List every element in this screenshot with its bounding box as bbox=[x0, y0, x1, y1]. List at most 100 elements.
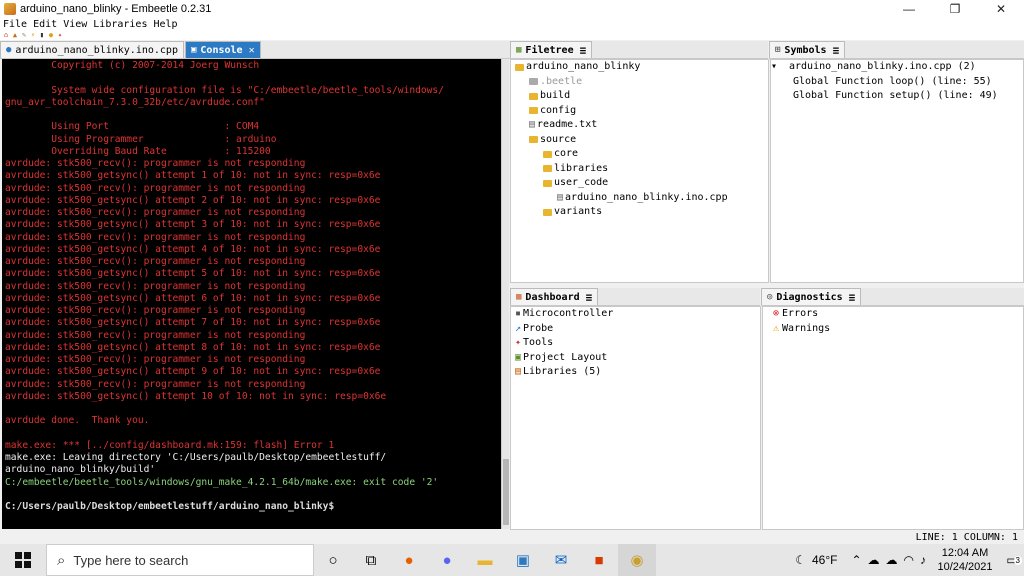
filetree-item[interactable]: ▤ readme.txt bbox=[511, 118, 768, 133]
tab-symbols[interactable]: ⊞ Symbols ≡ bbox=[769, 41, 846, 58]
chevron-up-icon[interactable]: ⌃ bbox=[851, 553, 861, 567]
clock[interactable]: 12:04 AM 10/24/2021 bbox=[930, 546, 1000, 574]
filetree-item[interactable]: user_code bbox=[511, 176, 768, 191]
onedrive-icon[interactable]: ☁ bbox=[886, 553, 898, 567]
build-icon[interactable]: ▲ bbox=[11, 31, 19, 39]
folder-icon bbox=[529, 107, 538, 115]
volume-icon[interactable]: ♪ bbox=[920, 553, 926, 567]
dashboard-item-project-layout[interactable]: ▣ Project Layout bbox=[511, 351, 760, 366]
symbols-tab-bar: ⊞ Symbols ≡ bbox=[769, 41, 1024, 59]
tab-console[interactable]: ▣ Console ✕ bbox=[184, 41, 261, 58]
console-line: avrdude: stk500_getsync() attempt 3 of 1… bbox=[5, 219, 381, 231]
flash-icon[interactable]: ⚡ bbox=[29, 31, 37, 39]
tab-diagnostics[interactable]: ◎ Diagnostics ≡ bbox=[761, 288, 862, 305]
scrollbar-thumb[interactable] bbox=[503, 459, 509, 525]
home-icon[interactable]: ⌂ bbox=[2, 31, 10, 39]
search-box[interactable]: ⌕ Type here to search bbox=[46, 544, 314, 576]
dashboard-item-microcontroller[interactable]: ▪ Microcontroller bbox=[511, 307, 760, 322]
console-line: avrdude done. Thank you. bbox=[5, 415, 150, 427]
hamburger-icon[interactable]: ≡ bbox=[586, 291, 593, 304]
tab-dashboard[interactable]: ▦ Dashboard ≡ bbox=[510, 288, 599, 305]
notification-icon[interactable]: ▭ 3 bbox=[1000, 553, 1024, 567]
libraries-icon: ▤ bbox=[515, 366, 522, 377]
beetle-icon[interactable]: ● bbox=[47, 31, 55, 39]
diagnostics-icon: ◎ bbox=[767, 292, 773, 302]
list-item[interactable]: ▾ arduino_nano_blinky.ino.cpp (2) bbox=[771, 60, 1023, 75]
diagnostics-tab-bar: ◎ Diagnostics ≡ bbox=[761, 288, 1024, 306]
menu-file[interactable]: File bbox=[0, 19, 30, 30]
console-line: C:/Users/paulb/Desktop/embeetlestuff/ard… bbox=[5, 501, 335, 512]
filetree-item-label: user_code bbox=[554, 177, 609, 188]
menu-libraries[interactable]: Libraries bbox=[90, 19, 150, 30]
console-output[interactable]: Copyright (c) 2007-2014 Joerg Wunsch Sys… bbox=[2, 59, 501, 529]
store-icon[interactable]: ▣ bbox=[504, 544, 542, 576]
filetree-item[interactable]: ▤ arduino_nano_blinky.ino.cpp bbox=[511, 191, 768, 206]
dashboard-item-probe[interactable]: ↗ Probe bbox=[511, 322, 760, 337]
symbols-icon: ⊞ bbox=[775, 45, 781, 55]
console-line: Copyright (c) 2007-2014 Joerg Wunsch bbox=[5, 60, 260, 71]
discord-icon[interactable]: ● bbox=[428, 544, 466, 576]
close-icon[interactable]: ✕ bbox=[249, 45, 255, 56]
filetree-item[interactable]: .beetle bbox=[511, 75, 768, 90]
filetree-item[interactable]: arduino_nano_blinky bbox=[511, 60, 768, 75]
console-line: avrdude: stk500_recv(): programmer is no… bbox=[5, 329, 306, 341]
maximize-button[interactable]: ❐ bbox=[932, 2, 978, 16]
hamburger-icon[interactable]: ≡ bbox=[580, 44, 587, 57]
tab-filetree[interactable]: ▦ Filetree ≡ bbox=[510, 41, 593, 58]
console-scrollbar[interactable] bbox=[501, 59, 509, 529]
cloud-icon[interactable]: ☁ bbox=[868, 553, 880, 567]
office-icon[interactable]: ■ bbox=[580, 544, 618, 576]
console-line: avrdude: stk500_getsync() attempt 10 of … bbox=[5, 390, 387, 402]
filetree-item-label: readme.txt bbox=[537, 119, 598, 130]
diagnostics-warnings[interactable]: ⚠ Warnings bbox=[763, 322, 1023, 337]
filetree-item[interactable]: core bbox=[511, 147, 768, 162]
start-button[interactable] bbox=[0, 544, 46, 576]
tools-icon[interactable]: ✦ bbox=[56, 31, 64, 39]
dashboard-item-tools[interactable]: ✦ Tools bbox=[511, 336, 760, 351]
weather-temp[interactable]: 46°F bbox=[812, 553, 837, 567]
wifi-icon[interactable]: ◠ bbox=[904, 553, 914, 567]
filetree-item[interactable]: source bbox=[511, 133, 768, 148]
minimize-button[interactable]: — bbox=[886, 2, 932, 16]
error-icon: ⊗ bbox=[773, 308, 780, 319]
clean-icon[interactable]: ✎ bbox=[20, 31, 28, 39]
diagnostics-panel: ⊗ Errors ⚠ Warnings bbox=[762, 306, 1024, 530]
tab-editor-file[interactable]: ● arduino_nano_blinky.ino.cpp bbox=[0, 41, 184, 58]
dashboard-tab-bar: ▦ Dashboard ≡ bbox=[510, 288, 760, 306]
console-line: avrdude: stk500_recv(): programmer is no… bbox=[5, 207, 306, 218]
console-line: avrdude: stk500_getsync() attempt 8 of 1… bbox=[5, 341, 381, 353]
console-line: C:/embeetle/beetle_tools/windows/gnu_mak… bbox=[5, 476, 439, 488]
firefox-icon[interactable]: ● bbox=[390, 544, 428, 576]
console-line: avrdude: stk500_getsync() attempt 5 of 1… bbox=[5, 268, 381, 280]
console-line: System wide configuration file is "C:/em… bbox=[5, 84, 444, 96]
menu-help[interactable]: Help bbox=[150, 19, 180, 30]
file-icon: ▤ bbox=[529, 119, 536, 130]
folder-icon bbox=[543, 165, 552, 173]
cortana-icon[interactable]: ○ bbox=[314, 544, 352, 576]
chip-icon[interactable]: ▮ bbox=[38, 31, 46, 39]
close-button[interactable]: ✕ bbox=[978, 2, 1024, 16]
console-line: avrdude: stk500_recv(): programmer is no… bbox=[5, 378, 306, 390]
console-line: Using Programmer : arduino bbox=[5, 133, 277, 145]
filetree-item[interactable]: variants bbox=[511, 205, 768, 220]
hamburger-icon[interactable]: ≡ bbox=[849, 291, 856, 304]
embeetle-icon[interactable]: ◉ bbox=[618, 544, 656, 576]
list-item[interactable]: Global Function setup() (line: 49) bbox=[771, 89, 1023, 104]
menu-view[interactable]: View bbox=[60, 19, 90, 30]
filetree-item[interactable]: libraries bbox=[511, 162, 768, 177]
filetree-item[interactable]: build bbox=[511, 89, 768, 104]
diagnostics-errors[interactable]: ⊗ Errors bbox=[763, 307, 1023, 322]
folder-icon bbox=[515, 63, 524, 71]
task-view-icon[interactable]: ⧉ bbox=[352, 544, 390, 576]
console-line: avrdude: stk500_getsync() attempt 6 of 1… bbox=[5, 292, 381, 304]
list-item[interactable]: Global Function loop() (line: 55) bbox=[771, 75, 1023, 90]
filetree-item[interactable]: config bbox=[511, 104, 768, 119]
hamburger-icon[interactable]: ≡ bbox=[833, 44, 840, 57]
notification-badge: 3 bbox=[1013, 556, 1022, 565]
dashboard-item-libraries[interactable]: ▤ Libraries (5) bbox=[511, 365, 760, 380]
menu-edit[interactable]: Edit bbox=[30, 19, 60, 30]
weather-icon[interactable]: ☾ bbox=[795, 553, 806, 567]
file-explorer-icon[interactable]: ▬ bbox=[466, 544, 504, 576]
mail-icon[interactable]: ✉ bbox=[542, 544, 580, 576]
